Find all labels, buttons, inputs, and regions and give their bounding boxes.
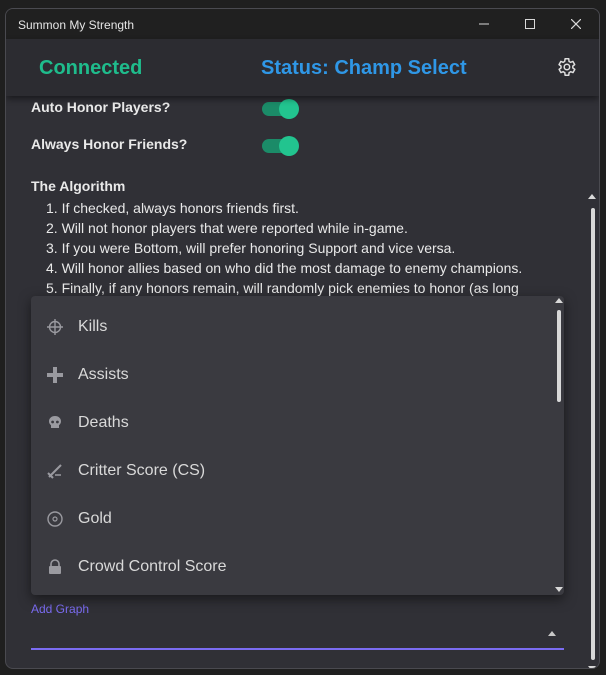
main-scrollbar-thumb[interactable] xyxy=(591,208,595,660)
title-bar: Summon My Strength xyxy=(6,9,599,39)
crosshair-icon xyxy=(47,319,63,335)
close-button[interactable] xyxy=(553,9,599,39)
lock-icon xyxy=(49,559,61,574)
algorithm-heading: The Algorithm xyxy=(31,178,126,194)
algorithm-step: 2. Will not honor players that were repo… xyxy=(46,220,408,236)
window-title: Summon My Strength xyxy=(18,18,135,32)
add-graph-select[interactable] xyxy=(31,616,564,650)
maximize-button[interactable] xyxy=(507,9,553,39)
dropdown-item-label: Crowd Control Score xyxy=(78,558,227,575)
dropdown-item-kills[interactable]: Kills xyxy=(31,303,551,351)
maximize-icon xyxy=(525,19,535,29)
algorithm-step: 3. If you were Bottom, will prefer honor… xyxy=(46,240,456,256)
game-status: Status: Champ Select xyxy=(261,57,467,79)
coin-icon xyxy=(47,511,63,527)
toggle-knob xyxy=(279,136,299,156)
scroll-up-arrow[interactable] xyxy=(588,194,596,199)
scroll-down-arrow[interactable] xyxy=(588,666,596,668)
dropdown-item-assists[interactable]: Assists xyxy=(31,351,551,399)
dropdown-scrollbar-thumb[interactable] xyxy=(557,310,561,402)
gear-icon[interactable] xyxy=(555,56,577,78)
algorithm-list: 1. If checked, always honors friends fir… xyxy=(46,198,522,298)
auto-honor-toggle[interactable] xyxy=(262,99,299,119)
dropdown-item-gold[interactable]: Gold xyxy=(31,495,551,543)
skull-icon xyxy=(49,416,61,428)
dropdown-item-label: Assists xyxy=(78,366,129,383)
dropdown-item-label: Critter Score (CS) xyxy=(78,462,206,479)
app-header: Connected Status: Champ Select xyxy=(6,39,599,96)
dropdown-scroll-up-arrow[interactable] xyxy=(555,298,563,303)
dropdown-item-crowd-control[interactable]: Crowd Control Score xyxy=(31,543,551,591)
caret-up-icon xyxy=(548,631,556,636)
minimize-button[interactable] xyxy=(461,9,507,39)
dropdown-item-label: Deaths xyxy=(78,414,129,431)
algorithm-step: 4. Will honor allies based on who did th… xyxy=(46,260,523,276)
dropdown-item-critter-score[interactable]: Critter Score (CS) xyxy=(31,447,551,495)
dropdown-item-label: Gold xyxy=(78,510,112,527)
dropdown-item-label: Kills xyxy=(78,318,108,335)
dropdown-scroll-down-arrow[interactable] xyxy=(555,587,563,592)
plus-icon xyxy=(47,367,63,383)
add-graph-label: Add Graph xyxy=(31,602,90,616)
minimize-icon xyxy=(479,23,489,25)
toggle-knob xyxy=(279,99,299,119)
algorithm-step: 5. Finally, if any honors remain, will r… xyxy=(46,280,519,296)
always-honor-friends-label: Always Honor Friends? xyxy=(31,136,188,152)
connection-status: Connected xyxy=(39,57,143,79)
dropdown-scrollbar[interactable] xyxy=(554,296,564,595)
close-icon xyxy=(571,19,581,29)
dropdown-item-deaths[interactable]: Deaths xyxy=(31,399,551,447)
algorithm-step: 1. If checked, always honors friends fir… xyxy=(46,200,299,216)
always-honor-friends-toggle[interactable] xyxy=(262,136,299,156)
sword-icon xyxy=(47,464,62,479)
add-graph-dropdown-menu: Kills Assists Deaths Critter Score (CS) … xyxy=(31,296,564,595)
app-window: Summon My Strength Connected Status: Cha… xyxy=(5,8,600,669)
auto-honor-label: Auto Honor Players? xyxy=(31,99,171,115)
